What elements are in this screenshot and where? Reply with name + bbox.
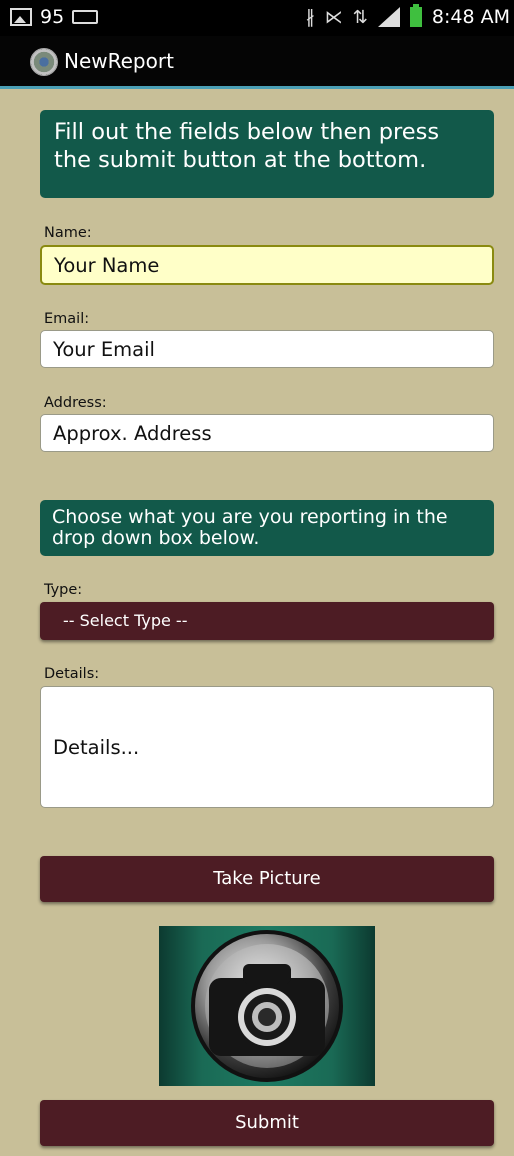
signal-icon xyxy=(377,7,400,27)
email-label: Email: xyxy=(44,311,90,327)
intro-panel: Fill out the fields below then press the… xyxy=(40,110,494,198)
type-select[interactable]: -- Select Type -- xyxy=(40,602,494,640)
address-label: Address: xyxy=(44,395,107,411)
name-field[interactable]: Your Name xyxy=(40,245,494,285)
app-logo-icon[interactable] xyxy=(30,48,58,76)
status-right: ∦ ⋉ ⇅ 8:48 AM xyxy=(305,4,510,28)
vibrate-off-icon: ⋉ xyxy=(324,6,343,28)
battery-icon xyxy=(409,4,422,27)
details-textarea[interactable]: Details... xyxy=(40,686,494,808)
type-instruction-panel: Choose what you are you reporting in the… xyxy=(40,500,494,556)
name-label: Name: xyxy=(44,225,92,241)
app-title: NewReport xyxy=(64,49,174,73)
bluetooth-icon: ∦ xyxy=(305,6,315,28)
email-field[interactable]: Your Email xyxy=(40,330,494,368)
camera-icon xyxy=(191,930,343,1082)
address-field[interactable]: Approx. Address xyxy=(40,414,494,452)
screen: 95 ∦ ⋉ ⇅ 8:48 AM NewReport Fill out the … xyxy=(0,0,514,1156)
type-label: Type: xyxy=(44,582,83,598)
camera-image[interactable] xyxy=(159,926,375,1086)
status-bar: 95 ∦ ⋉ ⇅ 8:48 AM xyxy=(0,0,514,36)
notification-count: 95 xyxy=(40,6,65,28)
voicemail-icon xyxy=(72,10,99,24)
image-icon xyxy=(10,8,32,26)
submit-button[interactable]: Submit xyxy=(40,1100,494,1146)
details-label: Details: xyxy=(44,666,100,682)
take-picture-button[interactable]: Take Picture xyxy=(40,856,494,902)
4g-icon: ⇅ xyxy=(352,6,368,28)
status-left: 95 xyxy=(10,6,99,28)
action-bar: NewReport xyxy=(0,36,514,89)
clock: 8:48 AM xyxy=(431,6,510,28)
